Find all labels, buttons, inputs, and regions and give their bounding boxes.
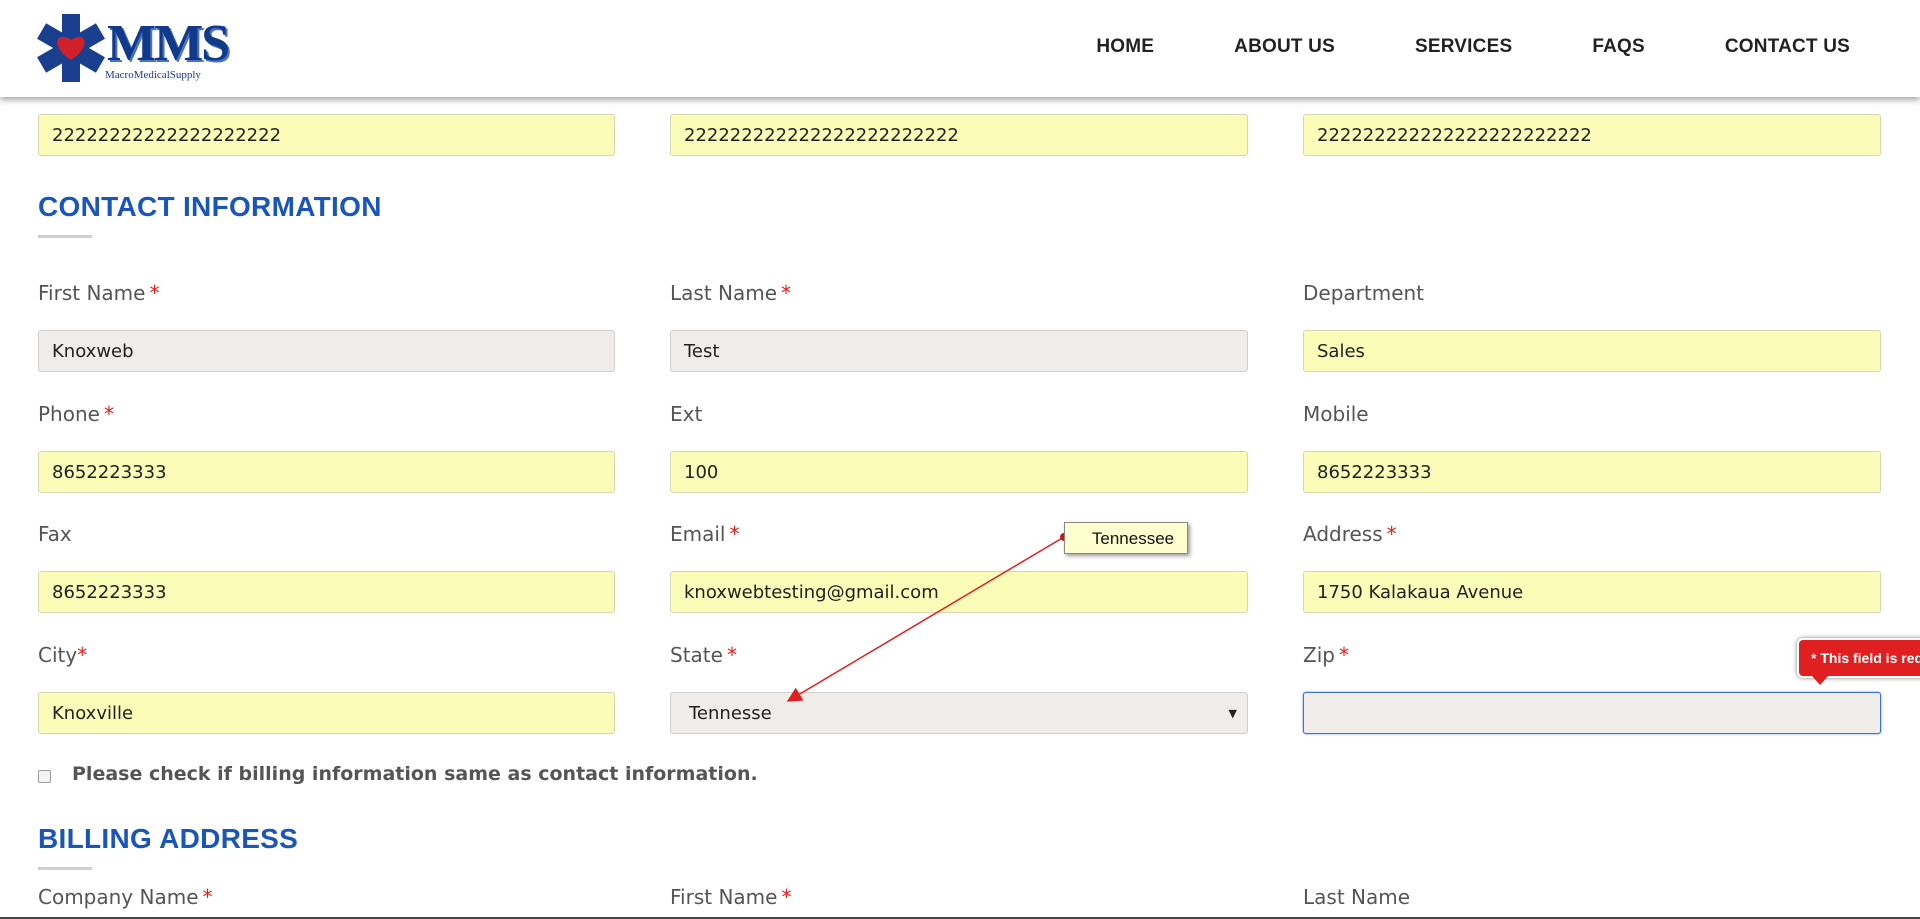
contact-section-title: CONTACT INFORMATION <box>38 191 382 222</box>
last-name-label: Last Name * <box>670 281 792 305</box>
logo[interactable]: MMS MacroMedicalSupply <box>37 12 230 84</box>
main-nav: HOME ABOUT US SERVICES FAQS CONTACT US <box>1096 36 1850 58</box>
logo-text: MMS <box>107 15 230 72</box>
phone-label: Phone * <box>38 402 114 426</box>
top-row-field-1[interactable]: 22222222222222222222 <box>38 114 615 156</box>
first-name-label: First Name * <box>38 281 160 305</box>
address-label: Address * <box>1303 522 1397 546</box>
first-name-field[interactable]: Knoxweb <box>38 330 615 372</box>
fax-field[interactable]: 8652223333 <box>38 571 615 613</box>
billing-section-title: BILLING ADDRESS <box>38 823 299 854</box>
ext-label: Ext <box>670 402 703 426</box>
mobile-label: Mobile <box>1303 402 1369 426</box>
last-name-field[interactable]: Test <box>670 330 1248 372</box>
city-field[interactable]: Knoxville <box>38 692 615 734</box>
address-field[interactable]: 1750 Kalakaua Avenue <box>1303 571 1881 613</box>
zip-label: Zip * <box>1303 643 1349 667</box>
billing-last-name-label: Last Name <box>1303 885 1411 909</box>
top-row-field-3[interactable]: 222222222222222222222222 <box>1303 114 1881 156</box>
nav-services[interactable]: SERVICES <box>1415 36 1512 58</box>
site-header: MMS MacroMedicalSupply HOME ABOUT US SER… <box>0 0 1920 97</box>
department-label: Department <box>1303 281 1425 305</box>
nav-faqs[interactable]: FAQS <box>1592 36 1645 58</box>
nav-contact-us[interactable]: CONTACT US <box>1725 36 1850 58</box>
phone-field[interactable]: 8652223333 <box>38 451 615 493</box>
nav-about-us[interactable]: ABOUT US <box>1234 36 1335 58</box>
zip-error-tail <box>1812 676 1828 685</box>
top-row-field-2[interactable]: 222222222222222222222222 <box>670 114 1248 156</box>
mobile-field[interactable]: 8652223333 <box>1303 451 1881 493</box>
state-select[interactable]: Tennesse ▼ <box>670 692 1248 734</box>
dropdown-arrow-icon: ▼ <box>1228 707 1237 720</box>
email-label: Email * <box>670 522 740 546</box>
ext-field[interactable]: 100 <box>670 451 1248 493</box>
nav-home[interactable]: HOME <box>1096 36 1154 58</box>
state-select-value: Tennesse <box>689 703 772 724</box>
billing-first-name-label: First Name * <box>670 885 792 909</box>
zip-error-tooltip: * This field is required <box>1797 638 1920 678</box>
zip-field[interactable] <box>1303 692 1881 734</box>
department-field[interactable]: Sales <box>1303 330 1881 372</box>
contact-title-underline <box>38 235 92 238</box>
state-label: State * <box>670 643 737 667</box>
city-label: City* <box>38 643 88 667</box>
company-name-label: Company Name * <box>38 885 213 909</box>
billing-same-checkbox[interactable] <box>38 770 51 783</box>
annotation-tooltip: Tennessee <box>1064 522 1188 554</box>
billing-title-underline <box>38 867 92 870</box>
fax-label: Fax <box>38 522 72 546</box>
billing-same-label[interactable]: Please check if billing information same… <box>72 763 758 785</box>
logo-subtitle: MacroMedicalSupply <box>105 69 201 81</box>
email-field[interactable]: knoxwebtesting@gmail.com <box>670 571 1248 613</box>
